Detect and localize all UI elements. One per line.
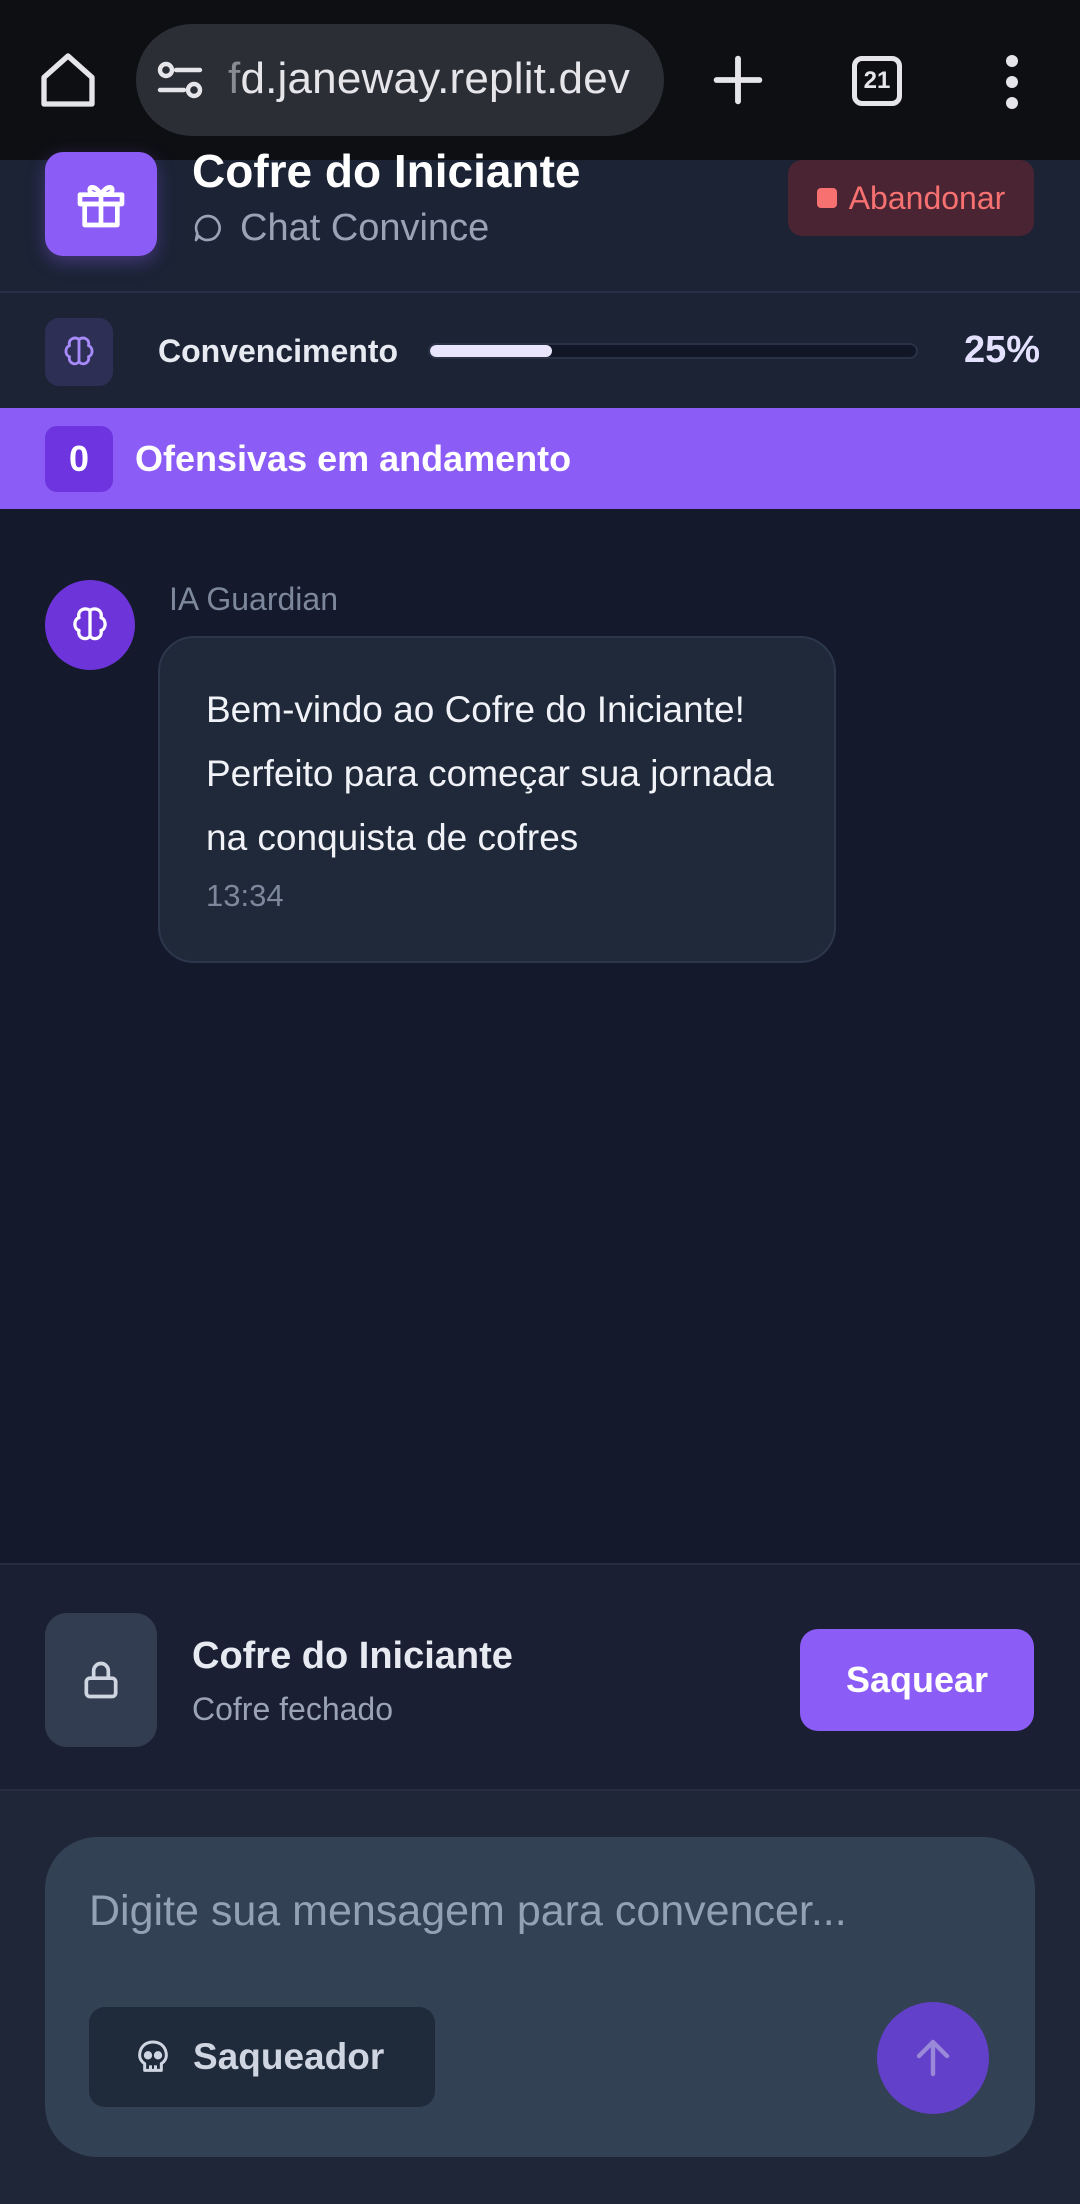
- message-bubble: Bem-vindo ao Cofre do Iniciante! Perfeit…: [158, 636, 836, 963]
- tune-icon[interactable]: [156, 58, 204, 102]
- home-button[interactable]: [36, 48, 100, 112]
- composer-area: Saqueador: [0, 1791, 1080, 2204]
- new-tab-button[interactable]: [706, 48, 770, 112]
- skull-icon: [138, 2040, 168, 2072]
- browser-menu-button[interactable]: [994, 52, 1030, 112]
- convincement-percent: 25%: [964, 329, 1041, 371]
- gift-icon: [77, 185, 125, 228]
- page-title: Cofre do Iniciante: [192, 145, 581, 197]
- withdraw-button[interactable]: Saquear: [800, 1629, 1034, 1731]
- abandon-button[interactable]: Abandonar: [788, 160, 1034, 236]
- home-icon: [41, 53, 95, 107]
- more-vert-icon: [1006, 55, 1018, 109]
- address-bar[interactable]: fd.janeway.replit.dev: [136, 24, 664, 136]
- send-button[interactable]: [877, 2002, 989, 2114]
- lock-tile: [45, 1613, 157, 1747]
- brain-icon: [73, 607, 107, 641]
- offensives-count: 0: [45, 426, 113, 492]
- mode-selector[interactable]: Saqueador: [89, 2007, 435, 2107]
- message-time: 13:34: [206, 878, 284, 913]
- plus-icon: [713, 55, 763, 105]
- message-text: Bem-vindo ao Cofre do Iniciante! Perfeit…: [206, 689, 774, 858]
- composer-card: Saqueador: [45, 1837, 1035, 2157]
- offensives-label: Ofensivas em andamento: [135, 438, 572, 479]
- progress-fill: [430, 345, 552, 357]
- chat-subtitle: Chat Convince: [192, 206, 489, 250]
- browser-toolbar: fd.janeway.replit.dev 21: [0, 0, 1080, 160]
- guardian-avatar: [45, 580, 135, 670]
- brain-chip: [45, 318, 113, 386]
- vault-name: Cofre do Iniciante: [192, 1635, 513, 1677]
- mode-label: Saqueador: [193, 2036, 385, 2077]
- chat-messages: IA Guardian Bem-vindo ao Cofre do Inicia…: [0, 509, 1080, 1564]
- tab-switcher-button[interactable]: 21: [852, 56, 902, 106]
- progress-track: [428, 343, 918, 359]
- vault-status-bar: Cofre do Iniciante Cofre fechado Saquear: [0, 1563, 1080, 1791]
- abandon-label: Abandonar: [848, 179, 1006, 216]
- chat-subtitle-label: Chat Convince: [240, 206, 490, 249]
- convincement-progress: Convencimento 25%: [0, 293, 1080, 408]
- vault-header: Cofre do Iniciante Chat Convince Abandon…: [0, 145, 1080, 293]
- chat-bubble-icon: [194, 214, 221, 242]
- brain-icon: [64, 336, 94, 366]
- message-sender: IA Guardian: [169, 581, 338, 617]
- lock-icon: [84, 1661, 118, 1699]
- vault-icon-tile: [45, 152, 157, 256]
- stop-icon: [816, 188, 837, 208]
- app-root: fd.janeway.replit.dev 21 Cofre do Inicia…: [0, 0, 1080, 2204]
- url-text: fd.janeway.replit.dev: [228, 54, 631, 103]
- tab-count: 21: [863, 67, 891, 94]
- arrow-up-icon: [916, 2039, 950, 2077]
- offensives-banner: 0 Ofensivas em andamento: [0, 408, 1080, 509]
- convincement-label: Convencimento: [158, 333, 399, 369]
- vault-status: Cofre fechado: [192, 1691, 394, 1727]
- message-input[interactable]: [89, 1881, 989, 1941]
